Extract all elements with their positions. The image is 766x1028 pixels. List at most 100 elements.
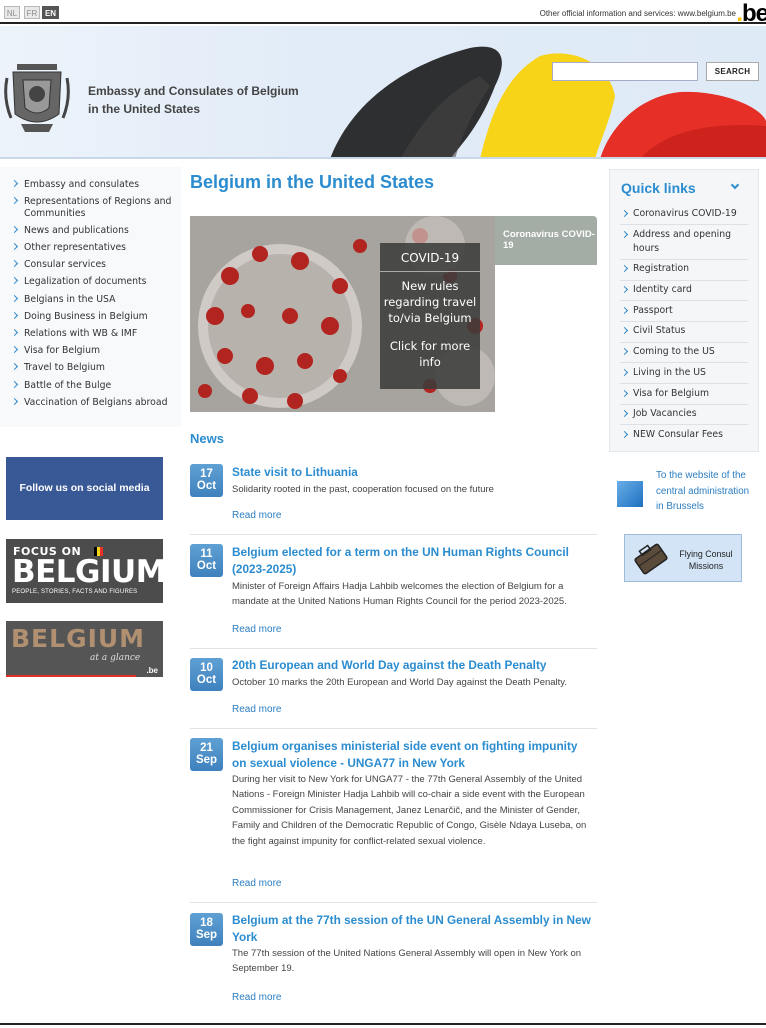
covid-box-divider — [380, 271, 480, 272]
social-media-banner[interactable]: Follow us on social media — [6, 457, 163, 520]
news-description: Minister of Foreign Affairs Hadja Lahbib… — [232, 581, 567, 608]
official-info: Other official information and services:… — [540, 9, 736, 18]
flying-consul-banner[interactable]: Flying Consul Missions — [624, 534, 742, 582]
covid-feature-image[interactable]: COVID-19 New rules regarding travel to/v… — [190, 216, 495, 412]
news-date-day: 11 — [200, 548, 213, 560]
nav-item-news-publications[interactable]: News and publications — [11, 225, 181, 237]
news-date-badge: 11 Oct — [190, 544, 223, 577]
focus-on-belgium-banner[interactable]: FOCUS ON BELGIUM PEOPLE, STORIES, FACTS … — [6, 539, 167, 603]
site-title-line1: Embassy and Consulates of Belgium — [88, 84, 299, 98]
news-divider — [190, 902, 597, 903]
news-title-link[interactable]: Belgium organises ministerial side event… — [232, 738, 592, 772]
central-administration-icon[interactable] — [617, 481, 643, 507]
quick-link-coronavirus[interactable]: Coronavirus COVID-19 — [620, 207, 748, 226]
nav-item-consular-services[interactable]: Consular services — [11, 259, 181, 271]
quick-link-address[interactable]: Address and opening hours — [620, 228, 748, 260]
quick-link-civil-status[interactable]: Civil Status — [620, 324, 748, 343]
lang-en-link[interactable]: EN — [42, 6, 59, 19]
news-date-month: Oct — [196, 480, 217, 492]
suitcase-icon — [634, 543, 668, 575]
news-date-day: 17 — [200, 468, 213, 480]
news-date-month: Sep — [195, 754, 218, 766]
news-title-link[interactable]: 20th European and World Day against the … — [232, 657, 592, 674]
glance-stripe — [6, 675, 136, 677]
nav-item-belgians-usa[interactable]: Belgians in the USA — [11, 294, 181, 306]
nav-item-representations[interactable]: Representations of Regions and Communiti… — [11, 196, 181, 219]
nav-item-legalization[interactable]: Legalization of documents — [11, 276, 181, 288]
central-administration-link[interactable]: To the website of the central administra… — [656, 468, 756, 515]
quick-link-coming-to-us[interactable]: Coming to the US — [620, 345, 748, 364]
quick-links-title: Quick links — [621, 180, 696, 196]
nav-item-other-representatives[interactable]: Other representatives — [11, 242, 181, 254]
footer-divider — [0, 1023, 766, 1025]
nav-item-battle-bulge[interactable]: Battle of the Bulge — [11, 380, 181, 392]
news-description: During her visit to New York for UNGA77 … — [232, 774, 587, 847]
news-date-day: 21 — [200, 742, 213, 754]
site-title-line2: in the United States — [88, 102, 201, 116]
focus-line2: BELGIUM — [12, 554, 167, 590]
be-logo[interactable]: .be — [736, 0, 766, 28]
glance-line1: BELGIUM — [11, 624, 146, 653]
news-date-badge: 21 Sep — [190, 738, 223, 771]
search-button[interactable]: SEARCH — [706, 62, 759, 81]
lang-fr-link[interactable]: FR — [24, 6, 40, 19]
nav-item-wb-imf[interactable]: Relations with WB & IMF — [11, 328, 181, 340]
news-date-badge: 18 Sep — [190, 913, 223, 946]
belgium-crest-logo — [4, 64, 70, 132]
news-date-month: Oct — [196, 560, 217, 572]
read-more-link[interactable]: Read more — [232, 992, 281, 1003]
read-more-link[interactable]: Read more — [232, 624, 281, 635]
belgium-at-a-glance-banner[interactable]: BELGIUM at a glance .be — [6, 621, 163, 677]
quick-link-registration[interactable]: Registration — [620, 262, 748, 281]
nav-item-travel[interactable]: Travel to Belgium — [11, 362, 181, 374]
quick-link-passport[interactable]: Passport — [620, 304, 748, 323]
quick-link-job-vacancies[interactable]: Job Vacancies — [620, 407, 748, 426]
quick-links-panel: Quick links Coronavirus COVID-19 Address… — [609, 169, 759, 452]
news-title-link[interactable]: Belgium at the 77th session of the UN Ge… — [232, 912, 592, 946]
news-date-day: 18 — [200, 917, 213, 929]
covid-box-title: COVID-19 — [400, 251, 460, 265]
news-description: Solidarity rooted in the past, cooperati… — [232, 484, 494, 495]
header-banner: SEARCH Embassy and Consulates of Belgium… — [0, 26, 766, 159]
top-bar: NL FR EN Other official information and … — [0, 0, 766, 27]
flying-consul-text: Flying Consul Missions — [679, 549, 733, 571]
news-divider — [190, 648, 597, 649]
news-heading: News — [190, 431, 224, 446]
covid-box-message: New rules regarding travel to/via Belgiu… — [383, 279, 477, 325]
tab-coronavirus[interactable]: Coronavirus COVID-19 — [495, 216, 597, 265]
left-navigation: Embassy and consulates Representations o… — [0, 167, 181, 427]
quick-link-consular-fees[interactable]: NEW Consular Fees — [620, 428, 748, 445]
news-divider — [190, 534, 597, 535]
news-date-month: Sep — [195, 929, 218, 941]
nav-item-vaccination[interactable]: Vaccination of Belgians abroad — [11, 397, 181, 409]
read-more-link[interactable]: Read more — [232, 878, 281, 889]
nav-item-embassy-consulates[interactable]: Embassy and consulates — [11, 179, 181, 191]
read-more-link[interactable]: Read more — [232, 510, 281, 521]
quick-link-living-in-us[interactable]: Living in the US — [620, 366, 748, 385]
belgium-be-link[interactable]: www.belgium.be — [678, 9, 736, 18]
nav-item-visa[interactable]: Visa for Belgium — [11, 345, 181, 357]
quick-link-identity-card[interactable]: Identity card — [620, 283, 748, 302]
covid-info-box: COVID-19 New rules regarding travel to/v… — [380, 243, 480, 389]
news-description: The 77th session of the United Nations G… — [232, 948, 582, 975]
read-more-link[interactable]: Read more — [232, 704, 281, 715]
glance-logo: .be — [146, 666, 158, 675]
quick-link-visa[interactable]: Visa for Belgium — [620, 387, 748, 405]
covid-box-cta: Click for more info — [389, 339, 471, 369]
focus-line3: PEOPLE, STORIES, FACTS AND FIGURES — [12, 589, 138, 595]
chevron-down-icon[interactable] — [730, 180, 740, 190]
news-date-day: 10 — [200, 662, 213, 674]
lang-nl-link[interactable]: NL — [4, 6, 20, 19]
official-info-text: Other official information and services: — [539, 9, 676, 18]
news-date-month: Oct — [196, 674, 217, 686]
news-description: October 10 marks the 20th European and W… — [232, 677, 567, 688]
site-title[interactable]: Embassy and Consulates of Belgium in the… — [88, 82, 299, 118]
page-title: Belgium in the United States — [190, 172, 435, 192]
nav-item-doing-business[interactable]: Doing Business in Belgium — [11, 311, 181, 323]
news-title-link[interactable]: Belgium elected for a term on the UN Hum… — [232, 544, 592, 578]
glance-line2: at a glance — [90, 653, 141, 663]
search-input[interactable] — [552, 62, 698, 81]
news-divider — [190, 728, 597, 729]
news-title-link[interactable]: State visit to Lithuania — [232, 464, 592, 481]
news-date-badge: 17 Oct — [190, 464, 223, 497]
